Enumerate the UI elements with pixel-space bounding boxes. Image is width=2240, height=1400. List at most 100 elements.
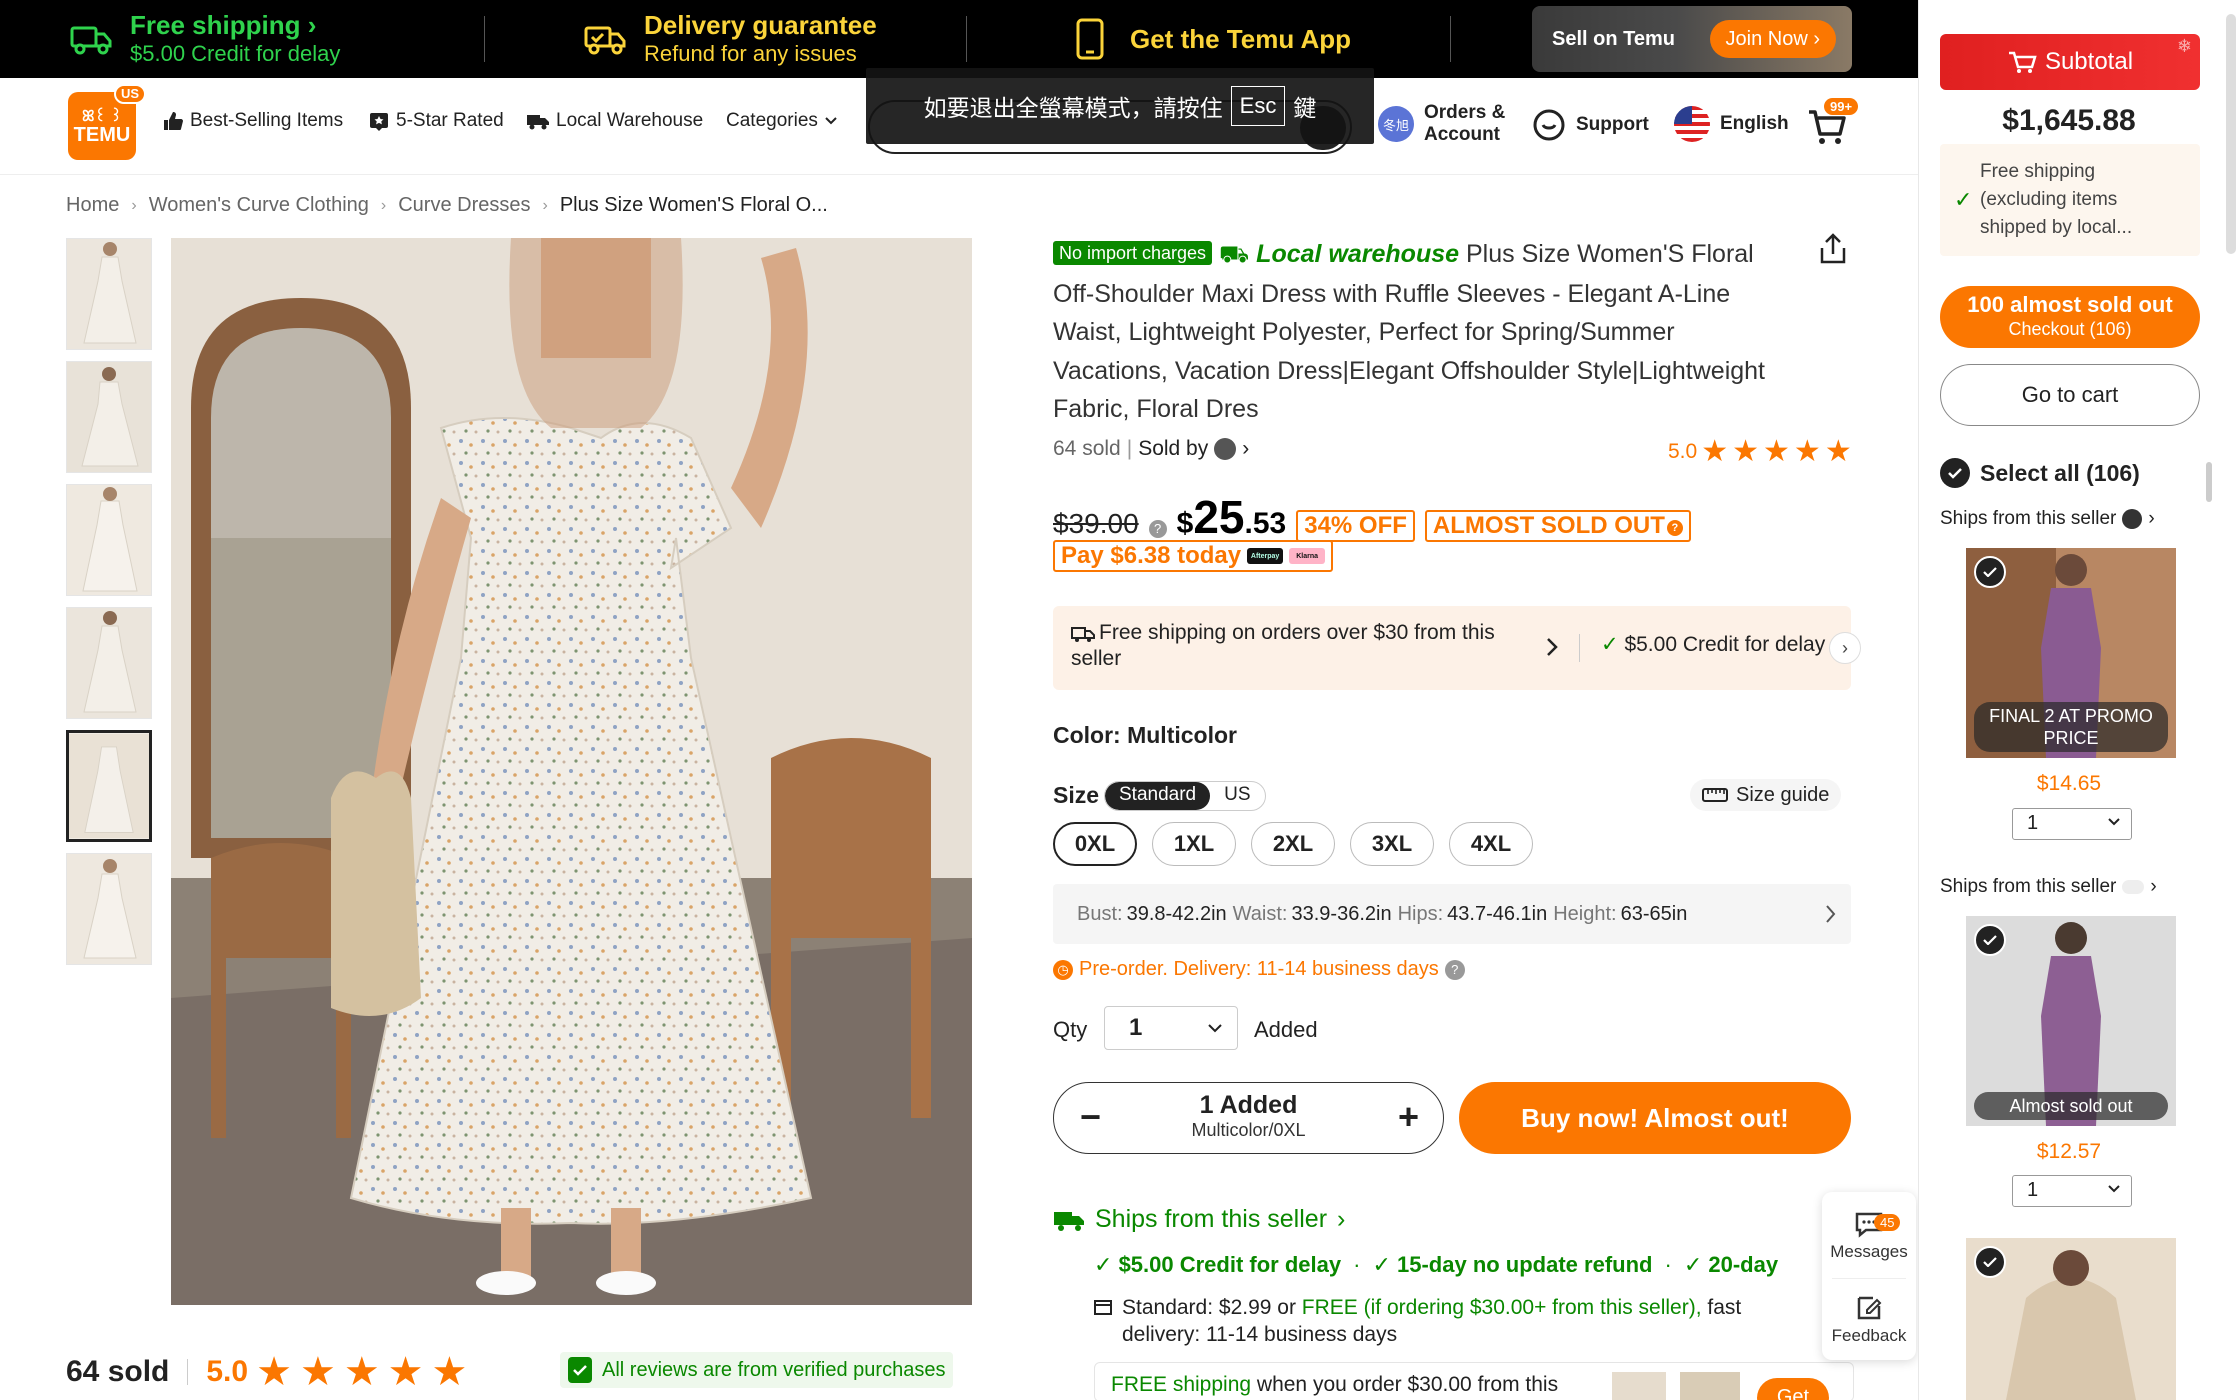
nav-categories[interactable]: Categories [726,110,838,132]
item-checkbox[interactable] [1974,924,2006,956]
question-icon: ? [1666,520,1683,536]
chevron-right-icon: › [2148,508,2155,529]
feedback-widget[interactable]: Feedback [1822,1294,1916,1346]
select-all-label: Select all (106) [1980,459,2140,486]
gallery-thumbnail[interactable] [66,607,152,719]
size-standard-option[interactable]: Standard [1105,782,1211,810]
no-import-charges-tag: No import charges [1053,241,1213,265]
size-option-0xl[interactable]: 0XL [1053,822,1137,866]
product-main-image[interactable] [171,238,972,1305]
nav-best-selling[interactable]: Best-Selling Items [162,110,343,132]
item-checkbox[interactable] [1974,556,2006,588]
delivery-guarantee-promo[interactable]: Delivery guarantee Refund for any issues [580,0,877,78]
messages-widget[interactable]: Messages 45 [1822,1210,1916,1262]
seller-avatar [2122,509,2143,529]
almost-sold-out-tag[interactable]: ALMOST SOLD OUT? [1424,510,1691,542]
cart-item-image[interactable] [1966,1238,2176,1400]
size-measurements[interactable]: Bust: 39.8-42.2in Waist: 33.9-36.2in Hips:… [1053,884,1851,944]
get-app-promo[interactable]: Get the Temu App [1066,0,1351,78]
subtotal-banner[interactable]: Subtotal ❄ [1940,34,2200,90]
items-scrollbar[interactable] [2206,462,2212,502]
checkout-button[interactable]: 100 almost sold out Checkout (106) [1940,286,2200,348]
orders-account[interactable]: 冬旭 Orders & Account [1378,102,1505,146]
afterpay-icon: Afterpay [1247,548,1284,564]
gallery-thumbnail-active[interactable] [66,730,152,842]
bottom-rating[interactable]: 5.0 ★ ★ ★ ★ ★ [206,1352,467,1392]
gallery-thumbnail[interactable] [66,484,152,596]
increment-button[interactable]: + [1398,1097,1419,1137]
item-checkbox[interactable] [1974,1246,2006,1278]
seller-perks[interactable]: ✓ $5.00 Credit for delay · ✓ 15-day no u… [1094,1252,1806,1278]
help-icon[interactable]: ? [1444,959,1465,980]
size-option-2xl[interactable]: 2XL [1251,822,1335,866]
seller-avatar[interactable] [1214,438,1237,460]
chevron-down-icon [825,117,837,125]
breadcrumb-curve-clothing[interactable]: Women's Curve Clothing [149,194,369,217]
nav-local-warehouse[interactable]: Local Warehouse [526,110,703,132]
ships-from-label: Ships from this seller [1940,508,2117,529]
ships-from-seller-link[interactable]: Ships from this seller › [1940,876,2157,898]
current-price: $25.53 [1177,490,1287,544]
discount-tag: 34% OFF [1296,510,1415,542]
share-icon[interactable] [1816,232,1850,266]
breadcrumb-curve-dresses[interactable]: Curve Dresses [398,194,530,217]
size-option-1xl[interactable]: 1XL [1152,822,1236,866]
get-button[interactable]: Get [1757,1378,1829,1400]
go-to-cart-button[interactable]: Go to cart [1940,364,2200,426]
sell-on-temu-banner[interactable]: Sell on Temu Join Now › [1532,6,1852,72]
size-option-3xl[interactable]: 3XL [1350,822,1434,866]
preorder-text: Pre-order. Delivery: 11-14 business days [1079,958,1439,980]
breadcrumb-home[interactable]: Home [66,194,119,217]
shield-check-icon [568,1357,592,1383]
free-shipping-sub: $5.00 Credit for delay [130,41,341,66]
cart-item-qty-select[interactable]: 1 [2012,1175,2132,1207]
gallery-thumbnail[interactable] [66,238,152,350]
gallery-thumbnail[interactable] [66,361,152,473]
ships-from-seller[interactable]: Ships from this seller › [1053,1205,1345,1234]
hips-key: Hips: [1397,902,1444,925]
pay-today-tag[interactable]: Pay $6.38 today Afterpay Klarna [1053,540,1334,572]
bust-value: 39.8-42.2in [1126,902,1227,925]
star-icon: ★ [343,1350,380,1394]
gallery-thumbnail[interactable] [66,853,152,965]
buy-now-button[interactable]: Buy now! Almost out! [1459,1082,1851,1154]
join-now-button[interactable]: Join Now › [1709,20,1836,58]
thumbs-up-icon [164,112,183,130]
nav-label: Local Warehouse [556,110,704,131]
shipping-info-box[interactable]: Free shipping on orders over $30 from th… [1053,606,1861,690]
star-icon: ★ [431,1350,468,1394]
upsell-thumbnail[interactable] [1680,1372,1740,1400]
rating-summary[interactable]: 5.0 ★ ★ ★ ★ ★ [1668,437,1852,467]
free-shipping-upsell[interactable]: FREE shipping when you order $30.00 from… [1094,1362,1854,1400]
cart-item-qty-select[interactable]: 1 [2012,808,2132,840]
chevron-down-icon [2108,818,2120,826]
upsell-thumbnail[interactable] [1612,1372,1666,1400]
divider [1832,1278,1906,1279]
temu-logo[interactable]: US ꕤ꒰ ꒱ TEMU [68,84,146,160]
reviews-summary: 64 sold 5.0 ★ ★ ★ ★ ★ [66,1352,467,1392]
sold-by-label: Sold by [1138,437,1209,460]
header-divider [0,174,1918,175]
price-cents: .53 [1244,507,1287,540]
panel-scrollbar[interactable] [2226,14,2236,254]
std-ship-free: FREE (if ordering $30.00+ from this sell… [1301,1296,1702,1319]
size-system-toggle[interactable]: Standard US [1104,781,1266,811]
chevron-down-icon [2108,1185,2120,1193]
support-link[interactable]: Support [1532,108,1649,142]
qty-select[interactable]: 1 [1104,1006,1238,1050]
select-all-checkbox[interactable]: Select all (106) [1940,458,2140,488]
nav-five-star[interactable]: 5-Star Rated [368,110,504,132]
size-us-option[interactable]: US [1210,782,1264,810]
size-option-4xl[interactable]: 4XL [1449,822,1533,866]
size-guide-label: Size guide [1736,783,1830,806]
free-shipping-promo[interactable]: Free shipping › $5.00 Credit for delay [66,0,340,78]
cart-item-image[interactable]: Almost sold out [1966,916,2176,1126]
cart-item-image[interactable]: FINAL 2 AT PROMO PRICE [1966,548,2176,758]
info-icon[interactable]: ? [1148,520,1167,538]
divider [966,16,967,62]
size-guide-button[interactable]: Size guide [1690,779,1842,811]
chevron-right-icon[interactable]: › [1242,437,1249,461]
ships-from-seller-link[interactable]: Ships from this seller › [1940,508,2155,530]
language-selector[interactable]: English [1674,106,1789,142]
carousel-next-button[interactable]: › [1829,632,1861,664]
